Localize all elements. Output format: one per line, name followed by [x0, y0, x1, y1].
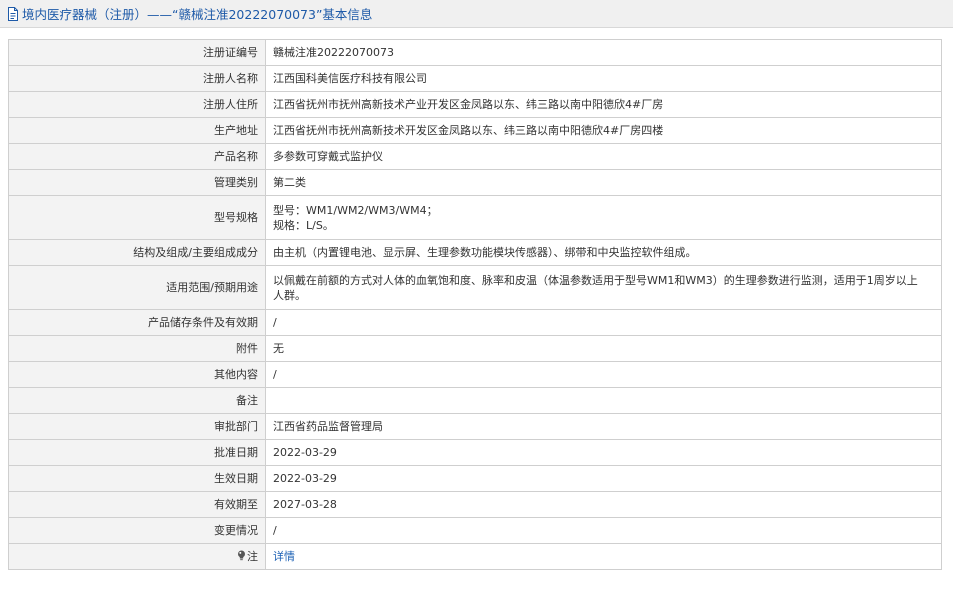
field-value: 2022-03-29: [265, 465, 942, 492]
document-icon: [7, 6, 19, 21]
field-value: 详情: [265, 543, 942, 570]
table-row: 适用范围/预期用途 以佩戴在前额的方式对人体的血氧饱和度、脉率和皮温（体温参数适…: [8, 265, 942, 310]
table-row: 注 详情: [8, 543, 942, 570]
field-label: 备注: [8, 387, 266, 414]
field-value: /: [265, 361, 942, 388]
field-label: 审批部门: [8, 413, 266, 440]
field-value: 赣械注准20222070073: [265, 39, 942, 66]
table-row: 注册人名称 江西国科美信医疗科技有限公司: [8, 65, 942, 92]
table-row: 生产地址 江西省抚州市抚州高新技术开发区金凤路以东、纬三路以南中阳德欣4#厂房四…: [8, 117, 942, 144]
table-row: 变更情况 /: [8, 517, 942, 544]
info-table: 注册证编号 赣械注准20222070073 注册人名称 江西国科美信医疗科技有限…: [8, 39, 942, 570]
field-label: 管理类别: [8, 169, 266, 196]
table-row: 其他内容 /: [8, 361, 942, 388]
field-label: 批准日期: [8, 439, 266, 466]
value-line: 以佩戴在前额的方式对人体的血氧饱和度、脉率和皮温（体温参数适用于型号WM1和WM…: [273, 273, 918, 287]
table-row: 管理类别 第二类: [8, 169, 942, 196]
field-value: 2027-03-28: [265, 491, 942, 518]
field-label: 型号规格: [8, 195, 266, 240]
page-title: 境内医疗器械（注册）——“赣械注准20222070073”基本信息: [22, 7, 373, 22]
field-value: 多参数可穿戴式监护仪: [265, 143, 942, 170]
table-row: 型号规格 型号：WM1/WM2/WM3/WM4； 规格：L/S。: [8, 195, 942, 240]
field-value: /: [265, 517, 942, 544]
value-line: 型号：WM1/WM2/WM3/WM4；: [273, 203, 438, 217]
field-value: 江西省抚州市抚州高新技术产业开发区金凤路以东、纬三路以南中阳德欣4#厂房: [265, 91, 942, 118]
field-label: 附件: [8, 335, 266, 362]
table-row: 生效日期 2022-03-29: [8, 465, 942, 492]
table-row: 产品储存条件及有效期 /: [8, 309, 942, 336]
field-label: 产品储存条件及有效期: [8, 309, 266, 336]
field-label: 有效期至: [8, 491, 266, 518]
field-label: 注册人住所: [8, 91, 266, 118]
field-label-note: 注: [8, 543, 266, 570]
page-header: 境内医疗器械（注册）——“赣械注准20222070073”基本信息: [0, 0, 953, 28]
details-link[interactable]: 详情: [273, 550, 295, 563]
field-value: 江西国科美信医疗科技有限公司: [265, 65, 942, 92]
field-label: 适用范围/预期用途: [8, 265, 266, 310]
field-label: 生效日期: [8, 465, 266, 492]
table-row: 注册证编号 赣械注准20222070073: [8, 39, 942, 66]
field-value: 第二类: [265, 169, 942, 196]
table-row: 批准日期 2022-03-29: [8, 439, 942, 466]
field-label: 结构及组成/主要组成成分: [8, 239, 266, 266]
field-value: /: [265, 309, 942, 336]
field-value: 江西省药品监督管理局: [265, 413, 942, 440]
lightbulb-icon: [237, 550, 246, 561]
field-label: 其他内容: [8, 361, 266, 388]
value-line: 规格：L/S。: [273, 218, 334, 232]
table-row: 附件 无: [8, 335, 942, 362]
field-label-text: 注: [247, 550, 258, 563]
table-row: 产品名称 多参数可穿戴式监护仪: [8, 143, 942, 170]
table-row: 审批部门 江西省药品监督管理局: [8, 413, 942, 440]
field-value: 型号：WM1/WM2/WM3/WM4； 规格：L/S。: [265, 195, 942, 240]
field-label: 产品名称: [8, 143, 266, 170]
field-value: 由主机（内置锂电池、显示屏、生理参数功能模块传感器）、绑带和中央监控软件组成。: [265, 239, 942, 266]
field-value: 以佩戴在前额的方式对人体的血氧饱和度、脉率和皮温（体温参数适用于型号WM1和WM…: [265, 265, 942, 310]
field-label: 注册人名称: [8, 65, 266, 92]
field-value: [265, 387, 942, 414]
table-row: 备注: [8, 387, 942, 414]
table-row: 结构及组成/主要组成成分 由主机（内置锂电池、显示屏、生理参数功能模块传感器）、…: [8, 239, 942, 266]
field-value: 2022-03-29: [265, 439, 942, 466]
field-label: 生产地址: [8, 117, 266, 144]
field-value: 无: [265, 335, 942, 362]
info-table-container: 注册证编号 赣械注准20222070073 注册人名称 江西国科美信医疗科技有限…: [8, 39, 942, 570]
field-value: 江西省抚州市抚州高新技术开发区金凤路以东、纬三路以南中阳德欣4#厂房四楼: [265, 117, 942, 144]
field-label: 注册证编号: [8, 39, 266, 66]
value-line: 人群。: [273, 288, 306, 302]
table-row: 有效期至 2027-03-28: [8, 491, 942, 518]
table-row: 注册人住所 江西省抚州市抚州高新技术产业开发区金凤路以东、纬三路以南中阳德欣4#…: [8, 91, 942, 118]
field-label: 变更情况: [8, 517, 266, 544]
